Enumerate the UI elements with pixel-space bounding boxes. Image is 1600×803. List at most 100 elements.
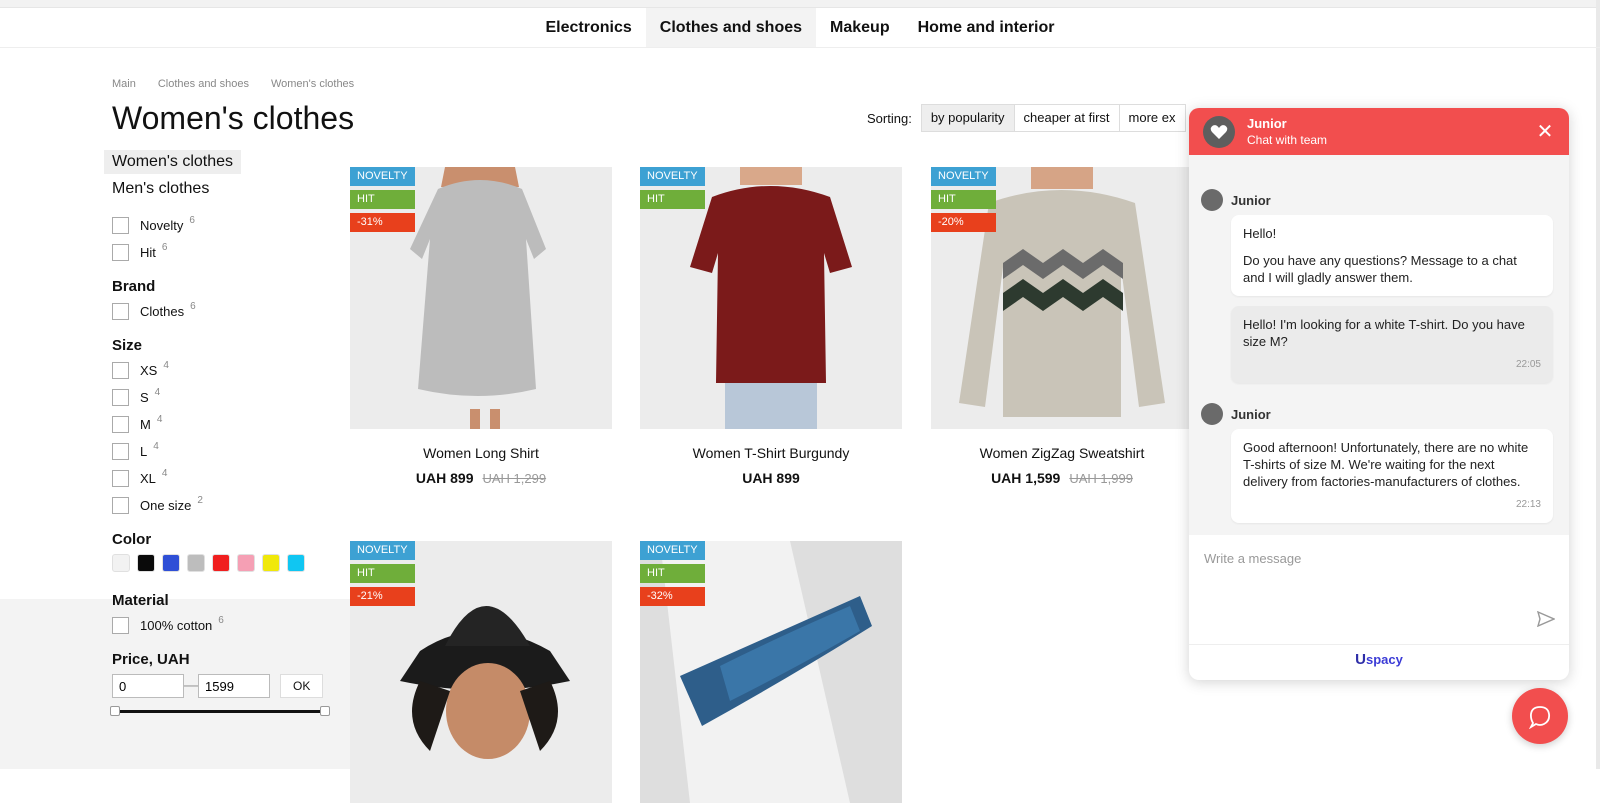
product-old-price: UAH 1,999 (1069, 471, 1133, 486)
product-card[interactable]: NOVELTY HIT -31% Women Long Shirt UAH 89… (350, 167, 612, 486)
filter-size-one-size[interactable]: One size 2 (112, 492, 352, 519)
checkbox[interactable] (112, 470, 129, 487)
color-swatch-blue[interactable] (162, 554, 180, 572)
filter-novelty[interactable]: Novelty 6 (112, 212, 352, 239)
sender-name: Junior (1231, 406, 1271, 422)
filter-count: 4 (163, 360, 169, 371)
breadcrumb: Main Clothes and shoes Women's clothes (112, 78, 354, 90)
badge-novelty: NOVELTY (931, 167, 996, 186)
category-womens-clothes[interactable]: Women's clothes (104, 150, 242, 174)
checkbox[interactable] (112, 217, 129, 234)
chat-message-input[interactable]: Write a message (1189, 535, 1569, 645)
filter-size-m[interactable]: M4 (112, 411, 352, 438)
brand-title: Brand (112, 278, 156, 295)
checkbox[interactable] (112, 416, 129, 433)
product-name[interactable]: Women Long Shirt (350, 445, 612, 461)
price-ok-button[interactable]: OK (280, 674, 324, 698)
filter-count: 6 (161, 242, 168, 253)
product-name[interactable]: Women ZigZag Sweatshirt (931, 445, 1193, 461)
checkbox[interactable] (112, 617, 129, 634)
checkbox[interactable] (112, 244, 129, 261)
badge-novelty: NOVELTY (350, 541, 415, 560)
color-title: Color (112, 531, 152, 548)
filter-size-xs[interactable]: XS 4 (112, 357, 352, 384)
color-swatch-grey[interactable] (187, 554, 205, 572)
nav-makeup[interactable]: Makeup (816, 8, 904, 47)
checkbox[interactable] (112, 362, 129, 379)
badges: NOVELTY HIT -20% (931, 167, 996, 232)
price-range: — OK (112, 674, 352, 698)
breadcrumb-main[interactable]: Main (112, 78, 136, 90)
category-nav: Electronics Clothes and shoes Makeup Hom… (0, 8, 1600, 48)
filter-hit[interactable]: Hit 6 (112, 239, 352, 266)
breadcrumb-clothes-and-shoes[interactable]: Clothes and shoes (158, 78, 249, 90)
nav-electronics[interactable]: Electronics (532, 8, 646, 47)
badge-hit: HIT (931, 190, 996, 209)
chat-header: Junior Chat with team ✕ (1189, 108, 1569, 155)
price-slider-max-handle[interactable] (320, 706, 330, 716)
price-slider-min-handle[interactable] (110, 706, 120, 716)
chat-bubble-icon (1528, 706, 1551, 729)
badge-discount: -20% (931, 213, 996, 232)
filter-material-cotton[interactable]: 100% cotton 6 (112, 612, 352, 639)
product-card[interactable]: NOVELTY HIT -20% Women ZigZag Sweatshirt… (931, 167, 1193, 486)
product-card[interactable]: NOVELTY HIT -32% (640, 541, 902, 803)
product-price: UAH 1,599 (991, 470, 1061, 486)
filter-size-s[interactable]: S4 (112, 384, 352, 411)
filter-size-l[interactable]: L4 (112, 438, 352, 465)
product-image[interactable]: NOVELTY HIT -21% (350, 541, 612, 803)
checkbox[interactable] (112, 389, 129, 406)
color-swatch-cyan[interactable] (287, 554, 305, 572)
filter-size-xl[interactable]: XL 4 (112, 465, 352, 492)
message-sender: Junior (1201, 403, 1553, 425)
product-image[interactable]: NOVELTY HIT -32% (640, 541, 902, 803)
filter-count: 6 (189, 215, 195, 226)
color-swatch-white[interactable] (112, 554, 130, 572)
product-card[interactable]: NOVELTY HIT -21% (350, 541, 612, 803)
color-swatch-black[interactable] (137, 554, 155, 572)
product-prices: UAH 899 UAH 1,299 (350, 470, 612, 486)
filter-label: 100% cotton (140, 618, 213, 633)
checkbox[interactable] (112, 443, 129, 460)
filter-label: Hit (140, 245, 156, 260)
color-swatch-yellow[interactable] (262, 554, 280, 572)
price-min-input[interactable] (112, 674, 184, 698)
filter-brand-clothes[interactable]: Clothes 6 (112, 298, 352, 325)
chat-toggle-button[interactable] (1512, 688, 1568, 744)
product-image[interactable]: NOVELTY HIT -20% (931, 167, 1193, 429)
filter-label: XL (140, 471, 156, 486)
filter-count: 4 (161, 468, 168, 479)
product-image[interactable]: NOVELTY HIT (640, 167, 902, 429)
nav-clothes-and-shoes[interactable]: Clothes and shoes (645, 8, 817, 47)
scrollbar[interactable] (1596, 0, 1600, 769)
filter-count: 4 (154, 387, 161, 398)
category-mens-clothes[interactable]: Men's clothes (104, 177, 217, 201)
price-dash: — (184, 677, 200, 694)
product-price: UAH 899 (742, 470, 800, 486)
product-image[interactable]: NOVELTY HIT -31% (350, 167, 612, 429)
color-swatch-red[interactable] (212, 554, 230, 572)
product-name[interactable]: Women T-Shirt Burgundy (640, 445, 902, 461)
filter-label: M (140, 417, 151, 432)
sort-cheaper-first[interactable]: cheaper at first (1013, 104, 1120, 132)
badge-novelty: NOVELTY (350, 167, 415, 186)
checkbox[interactable] (112, 497, 129, 514)
badge-novelty: NOVELTY (640, 167, 705, 186)
price-slider[interactable] (110, 706, 330, 716)
filter-count: 2 (197, 495, 203, 506)
sort-by-popularity[interactable]: by popularity (920, 104, 1015, 132)
close-icon[interactable]: ✕ (1535, 119, 1555, 144)
filter-sidebar: Women's clothes Men's clothes Novelty 6 H… (104, 150, 352, 716)
color-swatch-pink[interactable] (237, 554, 255, 572)
message-bubble-outgoing: Hello! I'm looking for a white T-shirt. … (1231, 306, 1553, 383)
nav-home-and-interior[interactable]: Home and interior (904, 8, 1069, 47)
checkbox[interactable] (112, 303, 129, 320)
filter-label: One size (140, 498, 192, 513)
product-old-price: UAH 1,299 (482, 471, 547, 486)
message-text: Hello! (1243, 226, 1277, 241)
sort-more-expensive[interactable]: more ex (1118, 104, 1186, 132)
avatar (1201, 189, 1223, 211)
price-max-input[interactable] (198, 674, 270, 698)
send-icon[interactable] (1536, 610, 1556, 632)
product-card[interactable]: NOVELTY HIT Women T-Shirt Burgundy UAH 8… (640, 167, 902, 486)
